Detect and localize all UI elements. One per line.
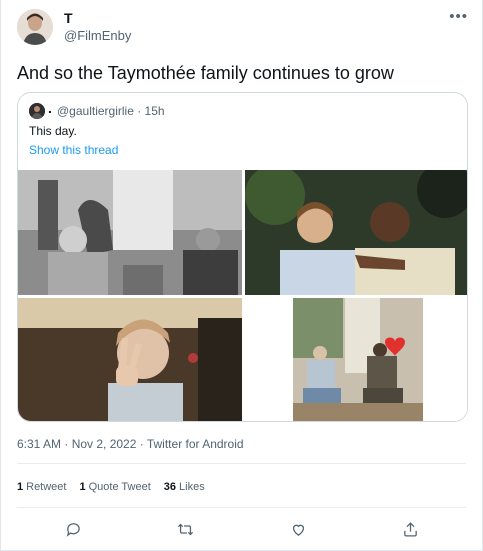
retweet-icon[interactable] xyxy=(170,514,200,544)
quoted-tweet-text: This day. xyxy=(29,124,77,138)
quoted-author-handle[interactable]: @gaultiergirlie · 15h xyxy=(57,104,165,118)
quoted-tweet[interactable]: . @gaultiergirlie · 15h This day. Show t… xyxy=(17,92,468,422)
tweet-timestamp[interactable]: 6:31 AM · Nov 2, 2022 · Twitter for Andr… xyxy=(17,437,244,451)
action-bar xyxy=(1,514,483,544)
share-icon[interactable] xyxy=(395,514,425,544)
more-options-icon[interactable]: ••• xyxy=(449,8,468,25)
likes-stat[interactable]: 36 Likes xyxy=(164,481,205,493)
divider xyxy=(17,463,466,464)
photo-3[interactable] xyxy=(18,298,242,421)
photo-2[interactable] xyxy=(245,170,467,295)
quoted-author-name[interactable]: . xyxy=(48,100,52,116)
quoted-author-avatar[interactable] xyxy=(29,103,45,119)
photo-4[interactable] xyxy=(245,298,467,421)
quote-tweets-stat[interactable]: 1 Quote Tweet xyxy=(79,481,150,493)
divider xyxy=(17,507,466,508)
author-name[interactable]: T xyxy=(64,10,73,26)
show-thread-link[interactable]: Show this thread xyxy=(29,143,118,157)
reply-icon[interactable] xyxy=(58,514,88,544)
tweet-text: And so the Taymothée family continues to… xyxy=(17,63,394,83)
author-avatar[interactable] xyxy=(17,9,53,45)
photo-grid xyxy=(18,170,467,421)
like-icon[interactable] xyxy=(283,514,313,544)
tweet: T @FilmEnby ••• And so the Taymothée fam… xyxy=(0,0,483,551)
retweets-stat[interactable]: 1 Retweet xyxy=(17,481,66,493)
photo-1[interactable] xyxy=(18,170,242,295)
engagement-stats: 1 Retweet 1 Quote Tweet 36 Likes xyxy=(17,481,205,493)
author-handle[interactable]: @FilmEnby xyxy=(64,28,131,43)
